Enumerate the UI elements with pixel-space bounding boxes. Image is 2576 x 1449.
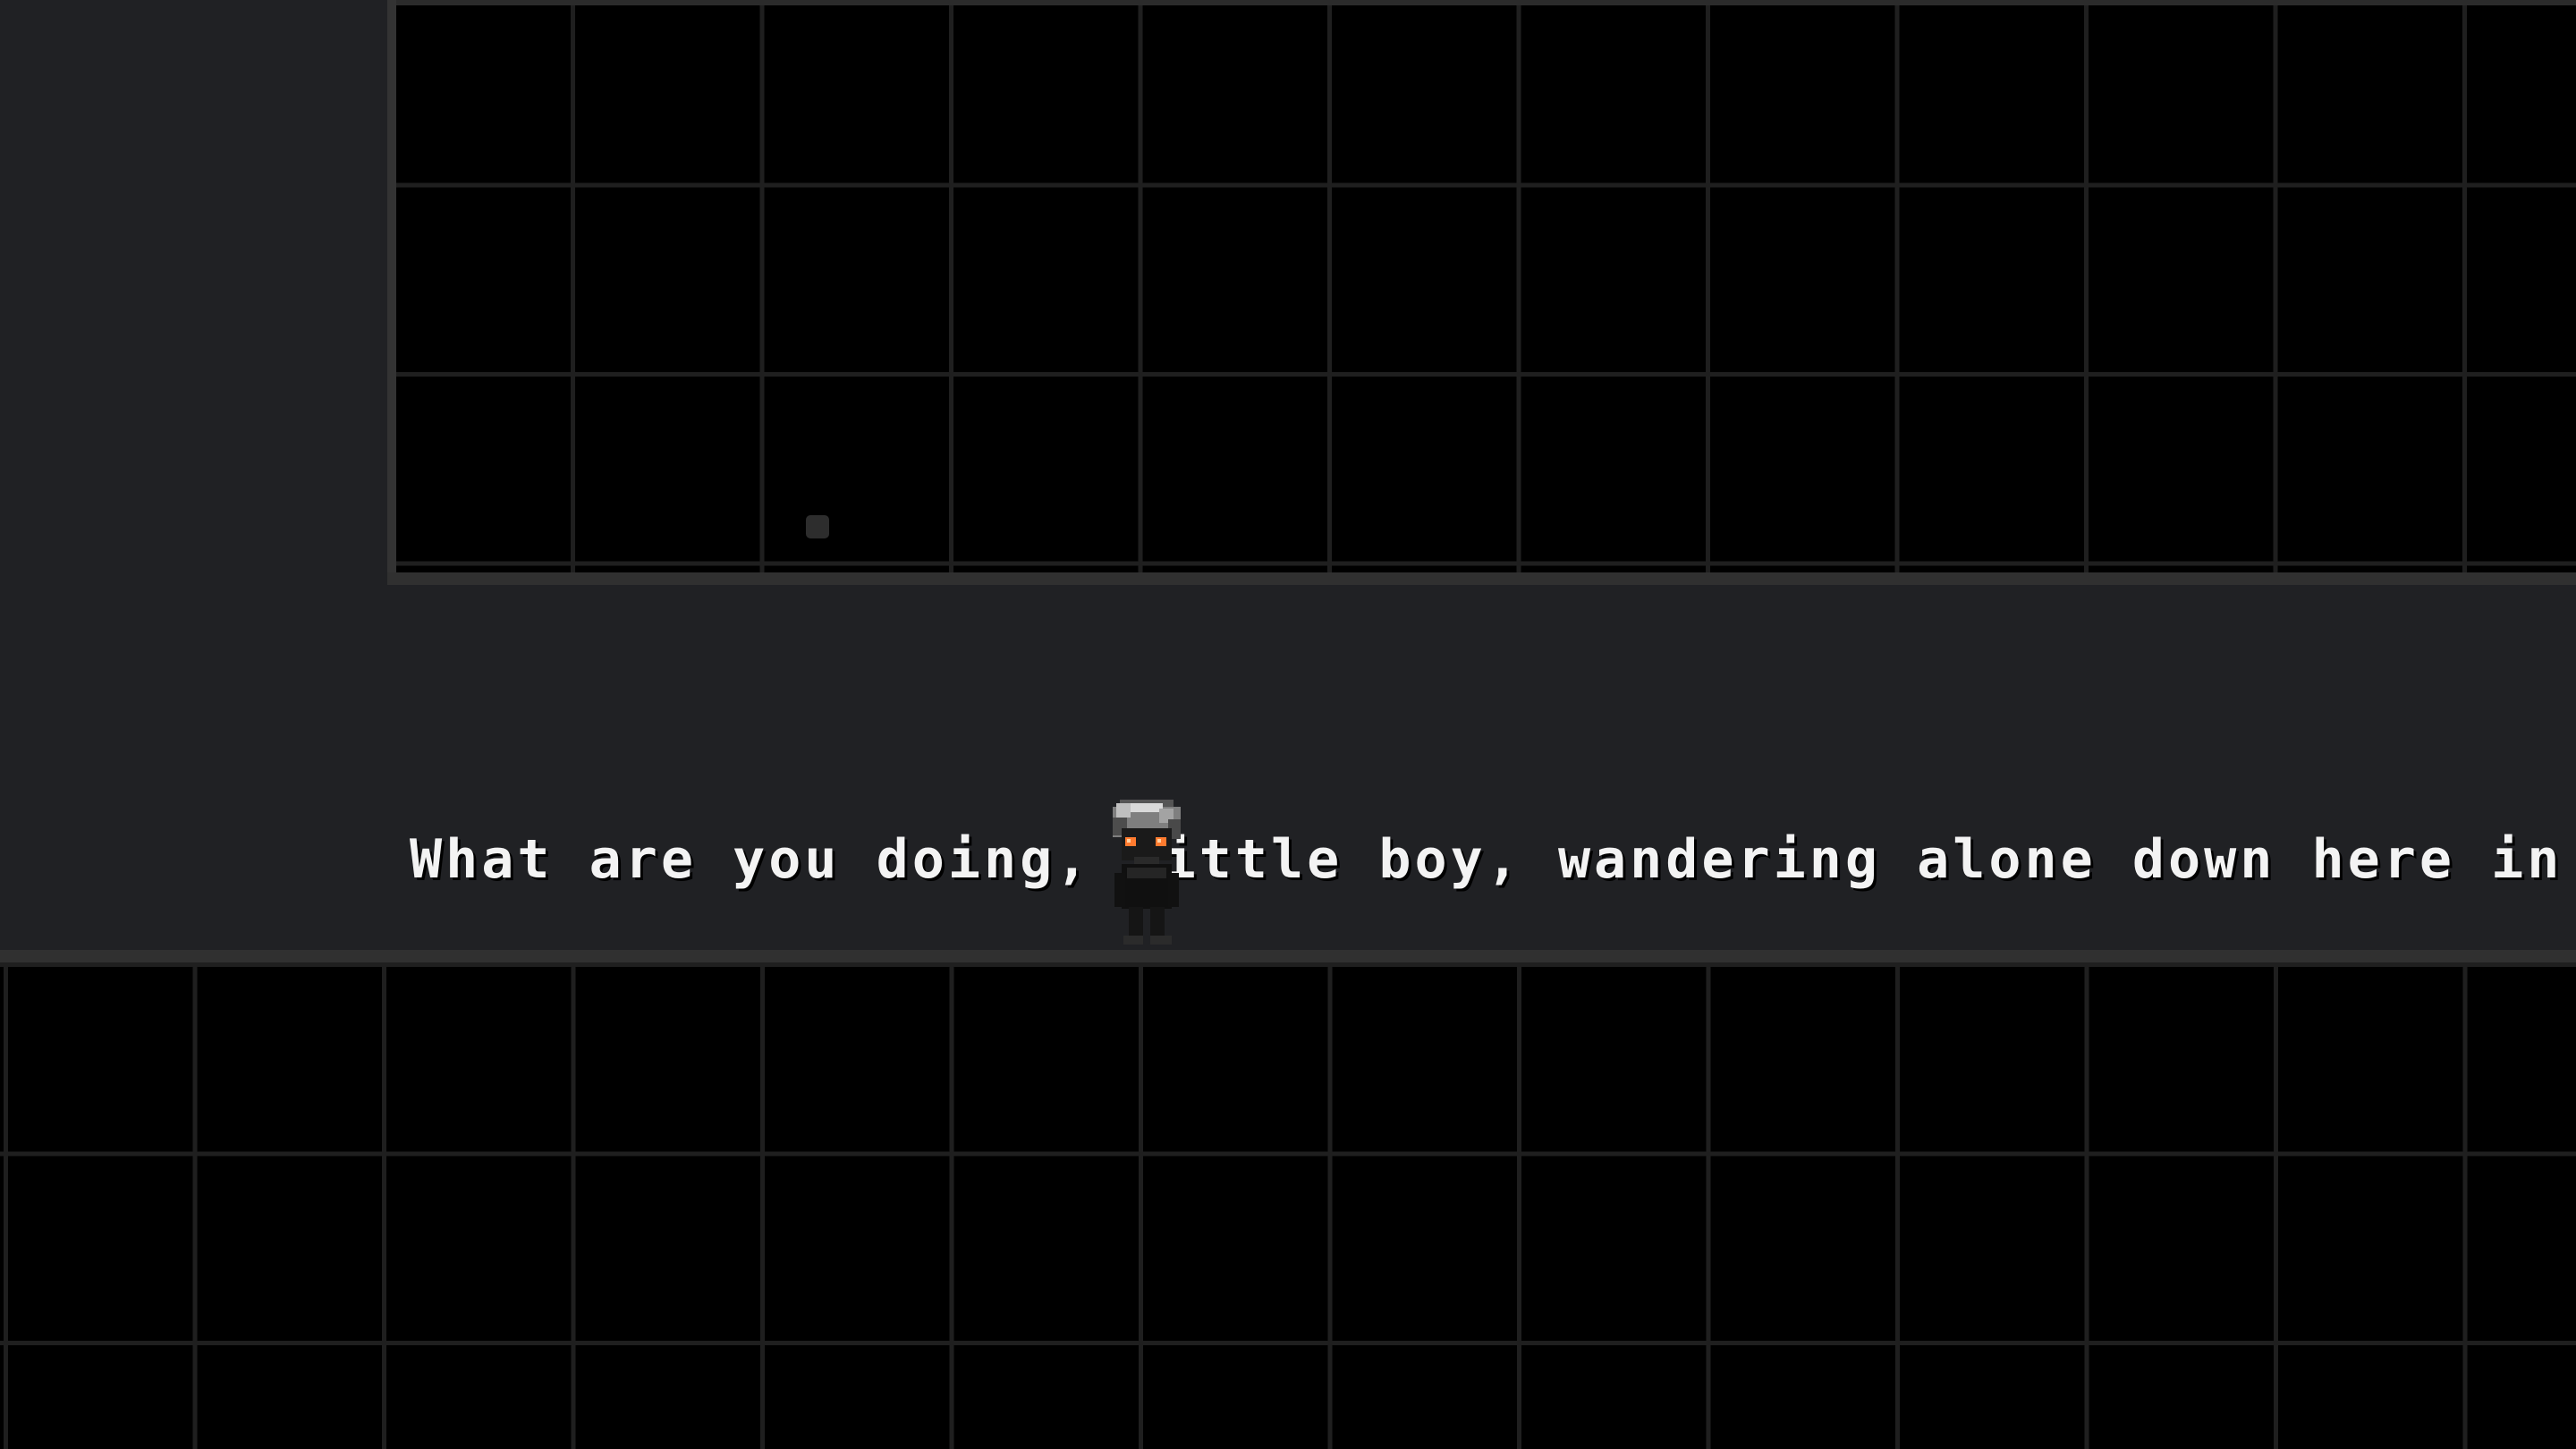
character-sprite-icon xyxy=(1113,800,1181,945)
game-screen: What are you doing, little boy, wanderin… xyxy=(0,0,2576,1449)
lower-grid-floor xyxy=(0,950,2576,1449)
corner-marker xyxy=(806,515,829,538)
upper-grid-panel xyxy=(387,0,2576,585)
dialogue-text: What are you doing, little boy, wanderin… xyxy=(410,828,2576,891)
player-character-icon xyxy=(1102,792,1191,950)
